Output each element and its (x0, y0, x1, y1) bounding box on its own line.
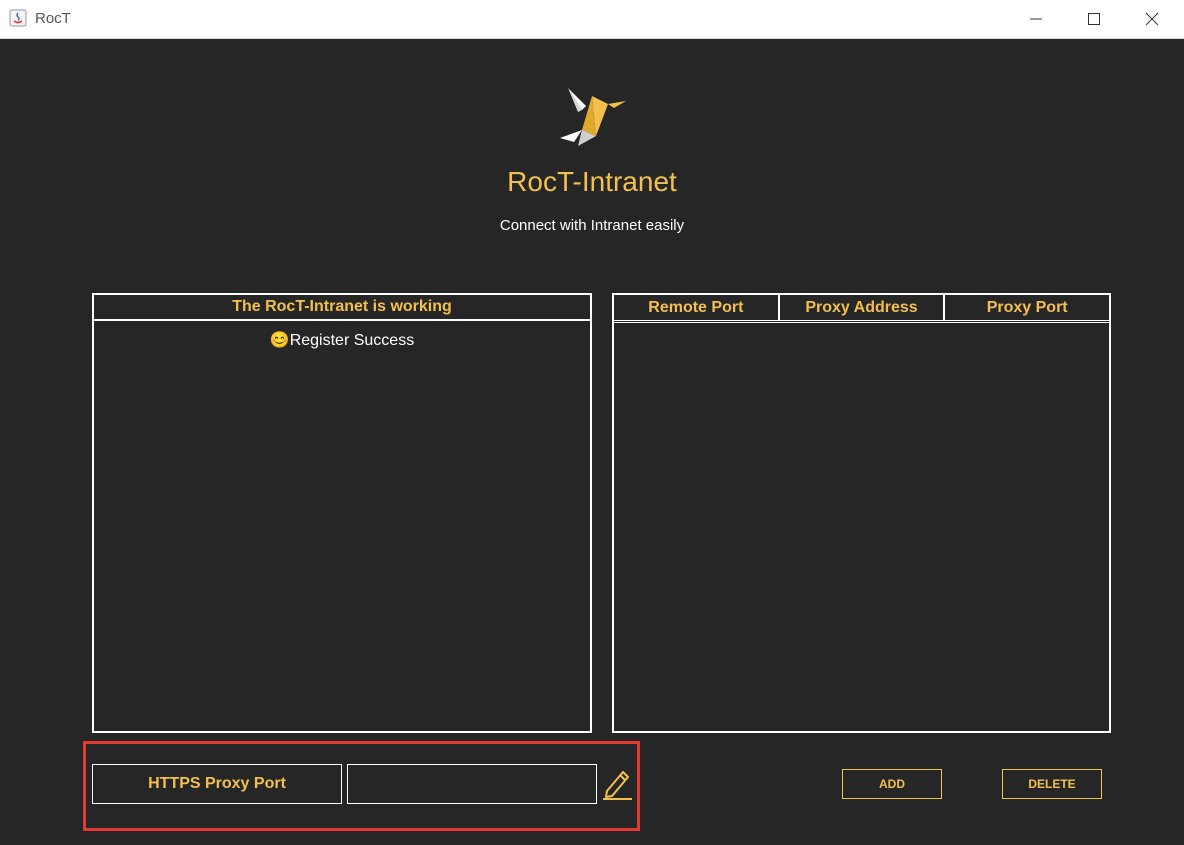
maximize-icon (1088, 13, 1100, 25)
app-tagline: Connect with Intranet easily (499, 217, 685, 234)
minimize-button[interactable] (1013, 0, 1059, 38)
app-title: RocT-Intranet (507, 166, 677, 197)
table-header: Remote Port Proxy Address Proxy Port (614, 295, 1109, 323)
java-app-icon (9, 9, 27, 27)
bird-logo-icon (560, 88, 626, 146)
column-header-remote-port[interactable]: Remote Port (614, 295, 780, 320)
https-proxy-port-label: HTTPS Proxy Port (92, 764, 342, 804)
pencil-edit-icon[interactable] (601, 766, 633, 800)
maximize-button[interactable] (1071, 0, 1117, 38)
add-button[interactable]: ADD (842, 769, 942, 799)
window-titlebar: RocT (0, 0, 1184, 39)
window-title: RocT (35, 10, 71, 27)
log-message: 😊Register Success (269, 332, 415, 349)
close-button[interactable] (1129, 0, 1175, 38)
status-panel: The RocT-Intranet is working 😊Register S… (92, 293, 592, 733)
delete-button[interactable]: DELETE (1002, 769, 1102, 799)
status-panel-title: The RocT-Intranet is working (94, 295, 590, 321)
column-header-proxy-port[interactable]: Proxy Port (945, 295, 1109, 320)
close-icon (1145, 12, 1159, 26)
column-header-proxy-address[interactable]: Proxy Address (780, 295, 946, 320)
minimize-icon (1030, 18, 1042, 20)
port-mapping-table[interactable]: Remote Port Proxy Address Proxy Port (612, 293, 1111, 733)
https-proxy-port-input[interactable] (347, 764, 597, 804)
